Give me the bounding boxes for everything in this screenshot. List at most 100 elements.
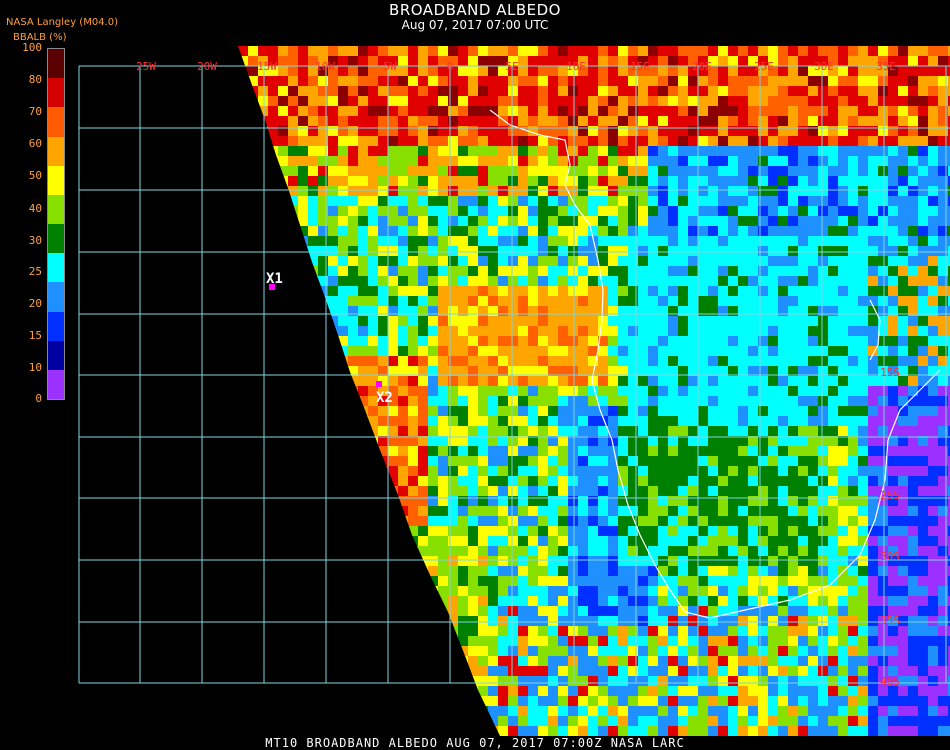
albedo-cell xyxy=(898,296,908,306)
albedo-cell xyxy=(348,376,358,386)
albedo-cell xyxy=(728,406,738,416)
albedo-cell xyxy=(298,106,308,116)
albedo-cell xyxy=(328,586,338,596)
albedo-cell xyxy=(648,696,658,706)
albedo-cell xyxy=(378,236,388,246)
albedo-cell xyxy=(678,296,688,306)
albedo-cell xyxy=(528,576,538,586)
albedo-cell xyxy=(558,456,568,466)
albedo-cell xyxy=(278,186,288,196)
albedo-cell xyxy=(588,656,598,666)
albedo-cell xyxy=(308,536,318,546)
albedo-cell xyxy=(338,356,348,366)
albedo-cell xyxy=(708,336,718,346)
albedo-cell xyxy=(618,706,628,716)
albedo-cell xyxy=(368,566,378,576)
albedo-cell xyxy=(928,426,938,436)
albedo-cell xyxy=(358,446,368,456)
albedo-cell xyxy=(558,286,568,296)
albedo-cell xyxy=(598,596,608,606)
albedo-cell xyxy=(428,396,438,406)
albedo-cell xyxy=(798,516,808,526)
albedo-cell xyxy=(438,586,448,596)
albedo-cell xyxy=(928,696,938,706)
albedo-cell xyxy=(268,556,278,566)
albedo-cell xyxy=(618,396,628,406)
albedo-cell xyxy=(558,696,568,706)
albedo-cell xyxy=(278,546,288,556)
albedo-cell xyxy=(388,336,398,346)
albedo-cell xyxy=(338,316,348,326)
albedo-cell xyxy=(588,316,598,326)
albedo-cell xyxy=(918,636,928,646)
albedo-cell xyxy=(668,676,678,686)
albedo-cell xyxy=(398,246,408,256)
albedo-cell xyxy=(238,46,248,56)
albedo-cell xyxy=(588,186,598,196)
albedo-cell xyxy=(768,46,778,56)
albedo-cell xyxy=(698,646,708,656)
albedo-cell xyxy=(548,576,558,586)
albedo-cell xyxy=(568,226,578,236)
albedo-cell xyxy=(508,626,518,636)
albedo-cell xyxy=(798,206,808,216)
albedo-cell xyxy=(258,226,268,236)
albedo-cell xyxy=(818,216,828,226)
albedo-cell xyxy=(858,466,868,476)
albedo-cell xyxy=(348,316,358,326)
albedo-cell xyxy=(338,206,348,216)
albedo-cell xyxy=(868,76,878,86)
albedo-cell xyxy=(308,696,318,706)
albedo-cell xyxy=(328,276,338,286)
albedo-cell xyxy=(868,396,878,406)
albedo-cell xyxy=(648,396,658,406)
albedo-cell xyxy=(838,426,848,436)
albedo-cell xyxy=(698,506,708,516)
albedo-cell xyxy=(588,66,598,76)
albedo-cell xyxy=(478,676,488,686)
albedo-cell xyxy=(818,576,828,586)
albedo-cell xyxy=(368,476,378,486)
albedo-cell xyxy=(638,446,648,456)
albedo-cell xyxy=(378,296,388,306)
albedo-cell xyxy=(708,236,718,246)
albedo-cell xyxy=(328,536,338,546)
albedo-cell xyxy=(238,666,248,676)
albedo-cell xyxy=(718,326,728,336)
albedo-cell xyxy=(258,696,268,706)
albedo-cell xyxy=(668,526,678,536)
albedo-cell xyxy=(738,646,748,656)
albedo-cell xyxy=(708,136,718,146)
albedo-cell xyxy=(868,216,878,226)
albedo-cell xyxy=(518,136,528,146)
albedo-cell xyxy=(618,296,628,306)
albedo-cell xyxy=(778,646,788,656)
albedo-cell xyxy=(648,186,658,196)
albedo-cell xyxy=(598,346,608,356)
albedo-cell xyxy=(808,696,818,706)
albedo-cell xyxy=(548,426,558,436)
albedo-cell xyxy=(338,726,348,736)
albedo-cell xyxy=(778,406,788,416)
albedo-cell xyxy=(658,616,668,626)
albedo-cell xyxy=(838,456,848,466)
albedo-cell xyxy=(488,706,498,716)
albedo-cell xyxy=(638,96,648,106)
albedo-cell xyxy=(428,686,438,696)
albedo-cell xyxy=(238,356,248,366)
albedo-cell xyxy=(888,446,898,456)
albedo-cell xyxy=(258,616,268,626)
albedo-cell xyxy=(498,216,508,226)
albedo-cell xyxy=(748,116,758,126)
albedo-cell xyxy=(798,546,808,556)
albedo-cell xyxy=(848,546,858,556)
albedo-cell xyxy=(728,416,738,426)
albedo-cell xyxy=(358,156,368,166)
albedo-cell xyxy=(368,46,378,56)
albedo-cell xyxy=(238,336,248,346)
albedo-cell xyxy=(368,726,378,736)
albedo-cell xyxy=(298,596,308,606)
albedo-cell xyxy=(548,246,558,256)
albedo-cell xyxy=(638,76,648,86)
albedo-cell xyxy=(928,116,938,126)
